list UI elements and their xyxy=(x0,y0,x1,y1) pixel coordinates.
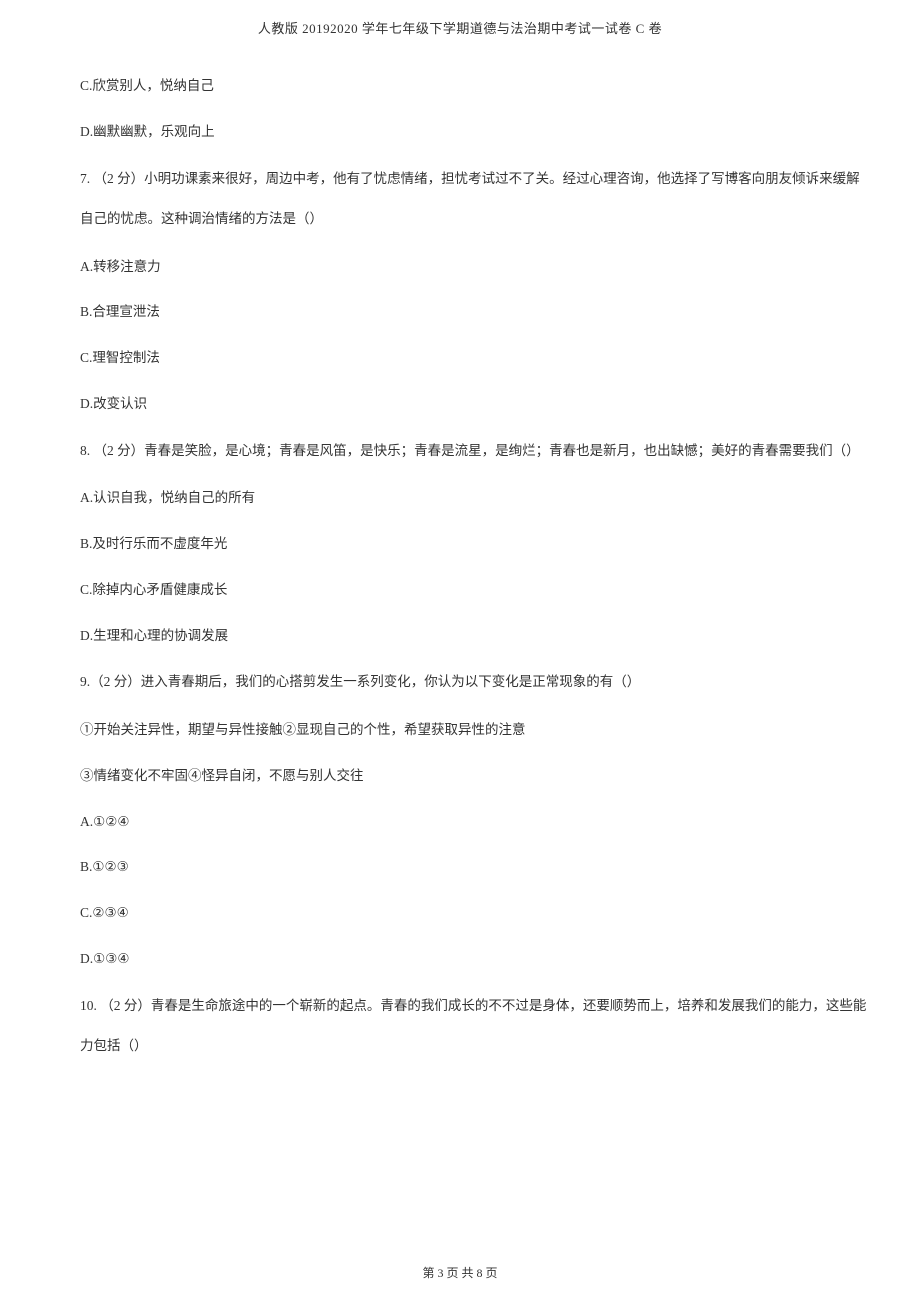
option-7c: C.理智控制法 xyxy=(80,339,870,377)
option-9c: C.②③④ xyxy=(80,894,870,932)
exam-content: C.欣赏别人，悦纳自己 D.幽默幽默，乐观向上 7. （2 分）小明功课素来很好… xyxy=(0,67,920,1067)
question-9: 9.（2 分）进入青春期后，我们的心搭剪发生一系列变化，你认为以下变化是正常现象… xyxy=(80,662,870,703)
option-9d: D.①③④ xyxy=(80,940,870,978)
pagination: 第 3 页 共 8 页 xyxy=(422,1266,497,1280)
header-title: 人教版 20192020 学年七年级下学期道德与法治期中考试一试卷 C 卷 xyxy=(258,21,662,36)
question-7: 7. （2 分）小明功课素来很好，周边中考，他有了忧虑情绪，担忧考试过不了关。经… xyxy=(80,159,870,240)
option-7b: B.合理宣泄法 xyxy=(80,293,870,331)
option-7d: D.改变认识 xyxy=(80,385,870,423)
page-footer: 第 3 页 共 8 页 xyxy=(0,1264,920,1281)
page-header: 人教版 20192020 学年七年级下学期道德与法治期中考试一试卷 C 卷 xyxy=(0,0,920,67)
option-8c: C.除掉内心矛盾健康成长 xyxy=(80,571,870,609)
question-8: 8. （2 分）青春是笑脸，是心境；青春是风笛，是快乐；青春是流星，是绚烂；青春… xyxy=(80,431,870,472)
option-6d: D.幽默幽默，乐观向上 xyxy=(80,113,870,151)
question-9-statements-1: ①开始关注异性，期望与异性接触②显现自己的个性，希望获取异性的注意 xyxy=(80,711,870,749)
option-8a: A.认识自我，悦纳自己的所有 xyxy=(80,479,870,517)
option-9b: B.①②③ xyxy=(80,848,870,886)
option-9a: A.①②④ xyxy=(80,803,870,841)
option-6c: C.欣赏别人，悦纳自己 xyxy=(80,67,870,105)
question-10: 10. （2 分）青春是生命旅途中的一个崭新的起点。青春的我们成长的不不过是身体… xyxy=(80,986,870,1067)
option-8d: D.生理和心理的协调发展 xyxy=(80,617,870,655)
option-7a: A.转移注意力 xyxy=(80,248,870,286)
question-9-statements-2: ③情绪变化不牢固④怪异自闭，不愿与别人交往 xyxy=(80,757,870,795)
option-8b: B.及时行乐而不虚度年光 xyxy=(80,525,870,563)
